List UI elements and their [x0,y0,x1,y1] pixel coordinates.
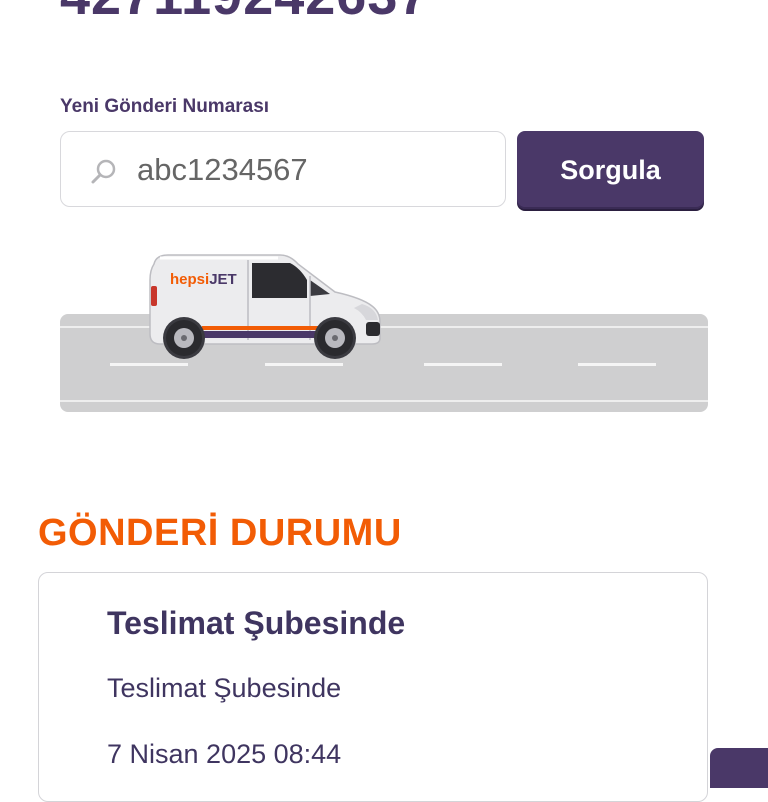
search-input-value[interactable]: abc1234567 [137,152,308,188]
chat-button[interactable] [710,748,768,788]
road-lane-dash [578,363,656,366]
road-lane-dash [265,363,343,366]
van-brand-text: hepsi [170,271,209,288]
road-lane-dash [110,363,188,366]
svg-text:hepsiJET: hepsiJET [170,271,237,288]
road-edge-line [60,400,708,402]
query-button[interactable]: Sorgula [517,131,704,209]
search-icon [91,159,116,184]
shipment-status-title: GÖNDERİ DURUMU [38,512,402,554]
tracking-number: 427119242637 [60,0,429,26]
status-heading: Teslimat Şubesinde [107,605,406,641]
delivery-van-illustration: hepsiJET [149,254,381,359]
van-brand-text: JET [209,271,237,288]
new-shipment-number-label: Yeni Gönderi Numarası [60,96,270,117]
status-description: Teslimat Şubesinde [107,673,342,703]
tracking-search-input[interactable]: abc1234567 [60,131,506,207]
road-lane-dash [424,363,502,366]
status-date: 7 Nisan 2025 08:44 [107,739,342,769]
